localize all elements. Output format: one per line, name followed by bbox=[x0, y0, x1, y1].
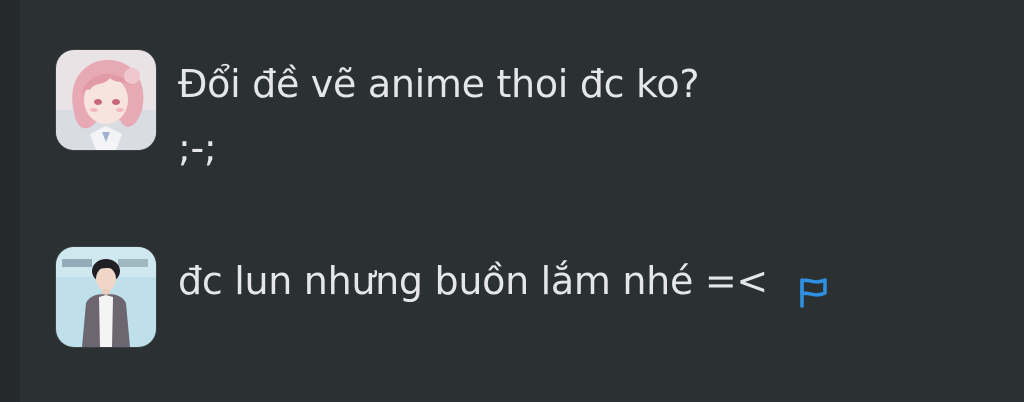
message-line: đc lun nhưng buồn lắm nhé =< bbox=[178, 259, 768, 303]
message-item: đc lun nhưng buồn lắm nhé =< bbox=[56, 247, 830, 347]
message-item: Đổi đề vẽ anime thoi đc ko? ;-; bbox=[56, 50, 700, 180]
left-edge-panel bbox=[0, 0, 20, 402]
message-text: đc lun nhưng buồn lắm nhé =< bbox=[178, 249, 830, 313]
anime-girl-avatar-icon[interactable] bbox=[56, 50, 156, 150]
message-text: Đổi đề vẽ anime thoi đc ko? ;-; bbox=[178, 52, 700, 180]
chat-thread: Đổi đề vẽ anime thoi đc ko? ;-; đc lun n… bbox=[20, 0, 1024, 402]
message-line: Đổi đề vẽ anime thoi đc ko? bbox=[178, 62, 700, 106]
young-man-avatar-icon[interactable] bbox=[56, 247, 156, 347]
message-line: ;-; bbox=[178, 126, 217, 170]
report-flag-icon[interactable] bbox=[796, 264, 830, 308]
